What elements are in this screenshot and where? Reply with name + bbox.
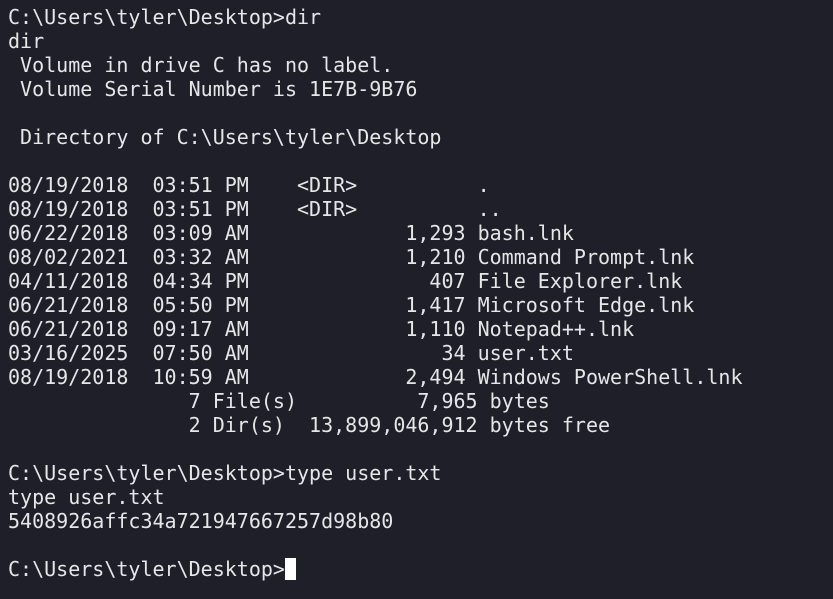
- terminal-line-11: 08/02/2021 03:32 AM 1,210 Command Prompt…: [8, 245, 695, 269]
- terminal-line-8: 08/19/2018 03:51 PM <DIR> .: [8, 173, 490, 197]
- terminal-line-3: Volume in drive C has no label.: [8, 53, 394, 77]
- terminal-line-6: Directory of C:\Users\tyler\Desktop: [8, 125, 442, 149]
- terminal-line-20: C:\Users\tyler\Desktop>type user.txt: [8, 461, 442, 485]
- terminal-line-19: [8, 437, 833, 461]
- terminal-line-13: 06/21/2018 05:50 PM 1,417 Microsoft Edge…: [8, 293, 695, 317]
- terminal-line-15: 03/16/2025 07:50 AM 34 user.txt: [8, 341, 574, 365]
- terminal-line-17: 7 File(s) 7,965 bytes: [8, 389, 550, 413]
- terminal-line-7: [8, 149, 833, 173]
- terminal-line-16: 08/19/2018 10:59 AM 2,494 Windows PowerS…: [8, 365, 743, 389]
- terminal-line-5: [8, 101, 833, 125]
- terminal-line-2: dir: [8, 29, 45, 53]
- terminal-line-22: 5408926affc34a721947667257d98b80: [8, 509, 394, 533]
- terminal-line-12: 04/11/2018 04:34 PM 407 File Explorer.ln…: [8, 269, 683, 293]
- terminal-prompt-text: C:\Users\tyler\Desktop>: [8, 557, 285, 581]
- terminal-line-21: type user.txt: [8, 485, 165, 509]
- terminal-line-18: 2 Dir(s) 13,899,046,912 bytes free: [8, 413, 611, 437]
- terminal-line-23: [8, 533, 833, 557]
- terminal-line-10: 06/22/2018 03:09 AM 1,293 bash.lnk: [8, 221, 574, 245]
- terminal-line-9: 08/19/2018 03:51 PM <DIR> ..: [8, 197, 502, 221]
- terminal-line-1: C:\Users\tyler\Desktop>dir: [8, 5, 322, 29]
- terminal-window[interactable]: C:\Users\tyler\Desktop>dir dir Volume in…: [0, 0, 833, 599]
- text-cursor: [284, 558, 296, 580]
- terminal-prompt-line[interactable]: C:\Users\tyler\Desktop>: [8, 557, 833, 581]
- terminal-line-14: 06/21/2018 09:17 AM 1,110 Notepad++.lnk: [8, 317, 635, 341]
- terminal-line-4: Volume Serial Number is 1E7B-9B76: [8, 77, 418, 101]
